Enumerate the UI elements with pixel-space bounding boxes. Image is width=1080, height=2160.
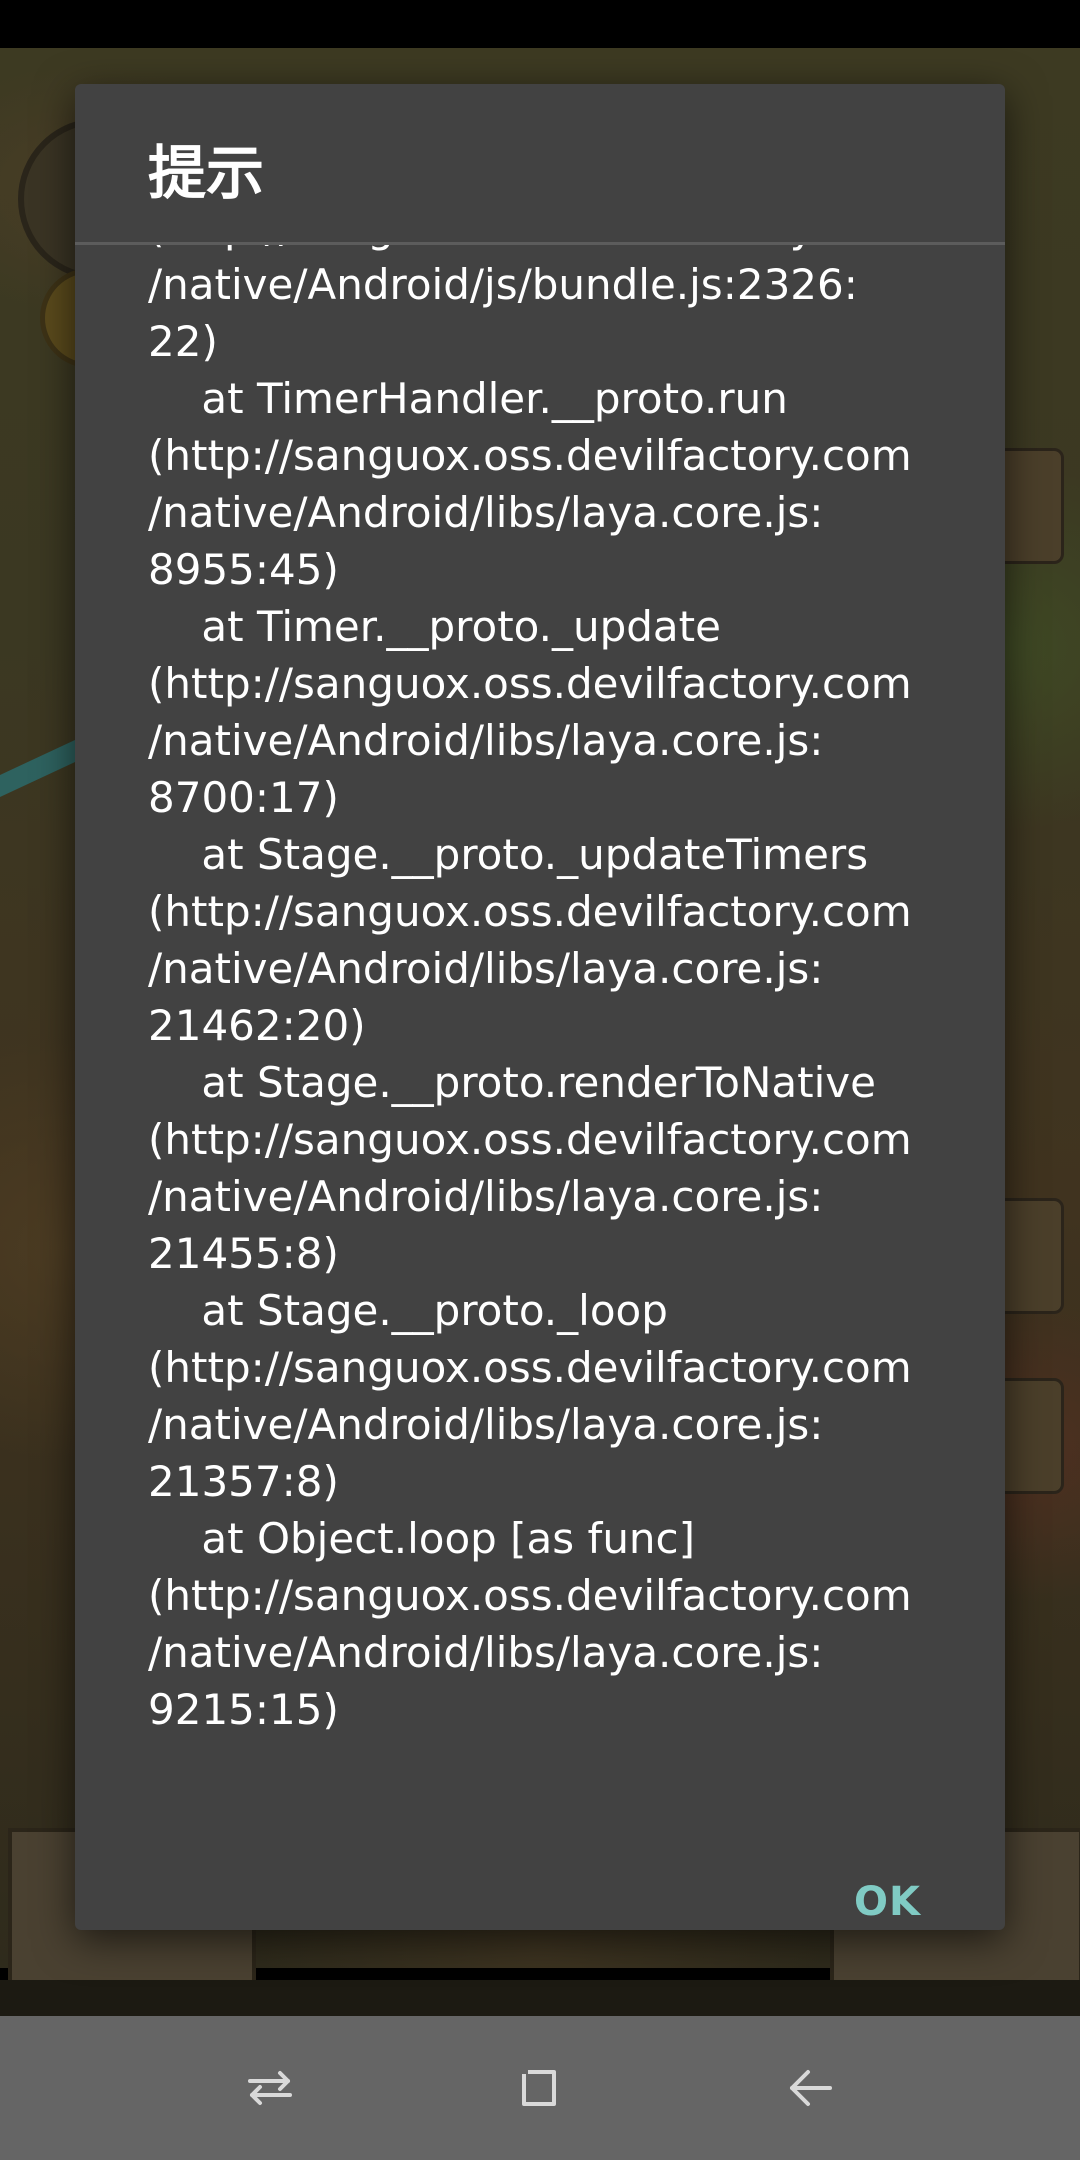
dialog-message: (http://sanguox.oss.devilfactory.com /na… xyxy=(148,245,912,1734)
game-bottom-strip xyxy=(0,1980,1080,2016)
status-bar xyxy=(0,0,1080,48)
recent-apps-icon xyxy=(248,2071,292,2105)
back-button[interactable] xyxy=(740,2016,880,2160)
dialog-title: 提示 xyxy=(148,139,265,207)
ok-button[interactable]: OK xyxy=(840,1872,935,1930)
back-icon xyxy=(790,2070,832,2106)
home-icon xyxy=(522,2070,556,2106)
navigation-bar xyxy=(0,2016,1080,2160)
dialog-message-scroll[interactable]: (http://sanguox.oss.devilfactory.com /na… xyxy=(148,245,968,1845)
alert-dialog: 提示 (http://sanguox.oss.devilfactory.com … xyxy=(75,84,1005,1930)
home-button[interactable] xyxy=(470,2016,610,2160)
recent-apps-button[interactable] xyxy=(200,2016,340,2160)
screen: 提示 (http://sanguox.oss.devilfactory.com … xyxy=(0,0,1080,2160)
